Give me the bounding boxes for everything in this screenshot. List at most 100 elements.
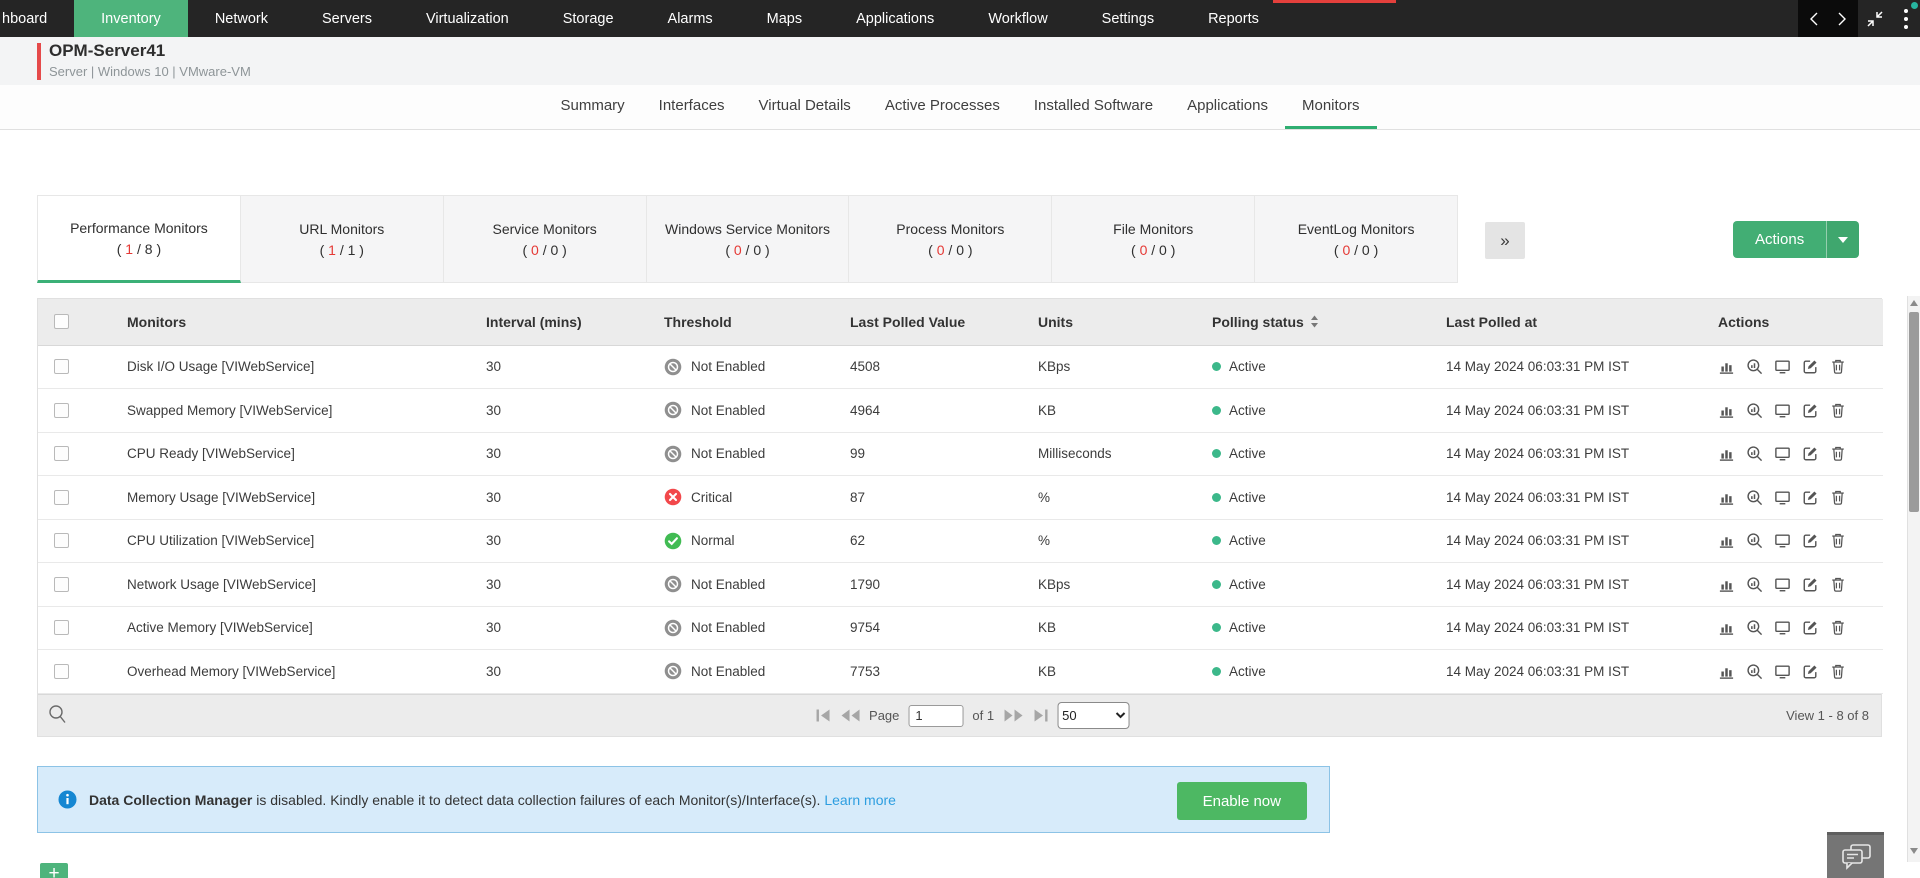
edit-icon[interactable] <box>1802 576 1819 593</box>
monitor-display-icon[interactable] <box>1774 663 1791 680</box>
tab-virtual-details[interactable]: Virtual Details <box>742 85 868 129</box>
delete-icon[interactable] <box>1830 532 1846 549</box>
row-checkbox[interactable] <box>54 620 69 636</box>
edit-icon[interactable] <box>1802 445 1819 462</box>
monitor-display-icon[interactable] <box>1774 576 1791 593</box>
zoom-graph-icon[interactable] <box>1746 489 1763 506</box>
delete-icon[interactable] <box>1830 663 1846 680</box>
delete-icon[interactable] <box>1830 445 1846 462</box>
row-checkbox[interactable] <box>54 402 69 418</box>
page-size-select[interactable]: 50 <box>1057 702 1130 729</box>
chat-button[interactable] <box>1827 832 1884 878</box>
first-page-icon[interactable] <box>815 709 831 722</box>
monitor-tab-file-monitors[interactable]: File Monitors ( 0 / 0 ) <box>1052 195 1256 283</box>
bar-chart-icon[interactable] <box>1718 402 1735 419</box>
monitor-name[interactable]: CPU Ready [VIWebService] <box>100 432 470 476</box>
page-input[interactable] <box>908 704 964 727</box>
nav-item-virtualization[interactable]: Virtualization <box>399 0 536 37</box>
monitor-tab-windows-service-monitors[interactable]: Windows Service Monitors ( 0 / 0 ) <box>646 195 850 283</box>
tab-installed-software[interactable]: Installed Software <box>1017 85 1170 129</box>
tab-applications[interactable]: Applications <box>1170 85 1285 129</box>
delete-icon[interactable] <box>1830 576 1846 593</box>
actions-button[interactable]: Actions <box>1733 221 1860 258</box>
monitor-display-icon[interactable] <box>1774 402 1791 419</box>
monitor-tab-eventlog-monitors[interactable]: EventLog Monitors ( 0 / 0 ) <box>1255 195 1459 283</box>
tab-active-processes[interactable]: Active Processes <box>868 85 1017 129</box>
delete-icon[interactable] <box>1830 619 1846 636</box>
monitor-tab-service-monitors[interactable]: Service Monitors ( 0 / 0 ) <box>443 195 647 283</box>
zoom-graph-icon[interactable] <box>1746 358 1763 375</box>
monitor-name[interactable]: Swapped Memory [VIWebService] <box>100 388 470 433</box>
actions-dropdown-toggle[interactable] <box>1826 221 1860 258</box>
monitor-display-icon[interactable] <box>1774 445 1791 462</box>
monitor-display-icon[interactable] <box>1774 532 1791 549</box>
enable-now-button[interactable]: Enable now <box>1176 782 1307 820</box>
bar-chart-icon[interactable] <box>1718 663 1735 680</box>
edit-icon[interactable] <box>1802 358 1819 375</box>
row-checkbox[interactable] <box>54 489 69 505</box>
edit-icon[interactable] <box>1802 489 1819 506</box>
column-polling-status[interactable]: Polling status <box>1196 299 1430 346</box>
nav-item-workflow[interactable]: Workflow <box>961 0 1074 37</box>
monitor-display-icon[interactable] <box>1774 358 1791 375</box>
chevron-right-icon[interactable] <box>1830 11 1854 27</box>
delete-icon[interactable] <box>1830 358 1846 375</box>
zoom-graph-icon[interactable] <box>1746 532 1763 549</box>
nav-item-servers[interactable]: Servers <box>295 0 399 37</box>
tab-summary[interactable]: Summary <box>543 85 641 129</box>
edit-icon[interactable] <box>1802 619 1819 636</box>
monitor-name[interactable]: Overhead Memory [VIWebService] <box>100 649 470 694</box>
monitor-name[interactable]: Active Memory [VIWebService] <box>100 606 470 650</box>
nav-item-inventory[interactable]: Inventory <box>74 0 188 37</box>
monitor-name[interactable]: Disk I/O Usage [VIWebService] <box>100 345 470 389</box>
nav-item-network[interactable]: Network <box>188 0 295 37</box>
edit-icon[interactable] <box>1802 663 1819 680</box>
monitor-tabs-overflow-button[interactable]: » <box>1485 222 1525 259</box>
row-checkbox[interactable] <box>54 446 69 462</box>
monitor-name[interactable]: CPU Utilization [VIWebService] <box>100 519 470 563</box>
delete-icon[interactable] <box>1830 402 1846 419</box>
zoom-graph-icon[interactable] <box>1746 663 1763 680</box>
monitor-display-icon[interactable] <box>1774 619 1791 636</box>
zoom-graph-icon[interactable] <box>1746 445 1763 462</box>
zoom-graph-icon[interactable] <box>1746 576 1763 593</box>
monitor-tab-performance-monitors[interactable]: Performance Monitors ( 1 / 8 ) <box>37 195 241 283</box>
monitor-tab-url-monitors[interactable]: URL Monitors ( 1 / 1 ) <box>240 195 444 283</box>
nav-item-applications[interactable]: Applications <box>829 0 961 37</box>
monitor-name[interactable]: Memory Usage [VIWebService] <box>100 475 470 520</box>
nav-item-reports[interactable]: Reports <box>1181 0 1286 37</box>
row-checkbox[interactable] <box>54 576 69 592</box>
row-checkbox[interactable] <box>54 359 69 375</box>
bar-chart-icon[interactable] <box>1718 532 1735 549</box>
tab-interfaces[interactable]: Interfaces <box>642 85 742 129</box>
scrollbar-up-arrow[interactable] <box>1910 300 1918 306</box>
monitor-tab-process-monitors[interactable]: Process Monitors ( 0 / 0 ) <box>849 195 1053 283</box>
bar-chart-icon[interactable] <box>1718 619 1735 636</box>
zoom-graph-icon[interactable] <box>1746 619 1763 636</box>
bar-chart-icon[interactable] <box>1718 576 1735 593</box>
last-page-icon[interactable] <box>1032 709 1048 722</box>
tab-monitors[interactable]: Monitors <box>1284 85 1377 129</box>
nav-item-alarms[interactable]: Alarms <box>641 0 740 37</box>
bar-chart-icon[interactable] <box>1718 445 1735 462</box>
scrollbar-down-arrow[interactable] <box>1910 848 1918 854</box>
zoom-graph-icon[interactable] <box>1746 402 1763 419</box>
chevron-left-icon[interactable] <box>1802 11 1826 27</box>
sort-icon[interactable] <box>1310 315 1319 328</box>
add-button[interactable]: + <box>40 863 68 878</box>
scrollbar-thumb[interactable] <box>1909 312 1919 512</box>
row-checkbox[interactable] <box>54 533 69 549</box>
bar-chart-icon[interactable] <box>1718 489 1735 506</box>
edit-icon[interactable] <box>1802 532 1819 549</box>
monitor-name[interactable]: Network Usage [VIWebService] <box>100 562 470 607</box>
search-icon[interactable] <box>48 704 67 730</box>
edit-icon[interactable] <box>1802 402 1819 419</box>
learn-more-link[interactable]: Learn more <box>824 792 896 808</box>
monitor-display-icon[interactable] <box>1774 489 1791 506</box>
nav-item-maps[interactable]: Maps <box>740 0 829 37</box>
nav-item-hboard[interactable]: hboard <box>0 0 74 37</box>
next-page-icon[interactable] <box>1003 709 1023 722</box>
row-checkbox[interactable] <box>54 663 69 679</box>
bar-chart-icon[interactable] <box>1718 358 1735 375</box>
nav-item-settings[interactable]: Settings <box>1075 0 1181 37</box>
